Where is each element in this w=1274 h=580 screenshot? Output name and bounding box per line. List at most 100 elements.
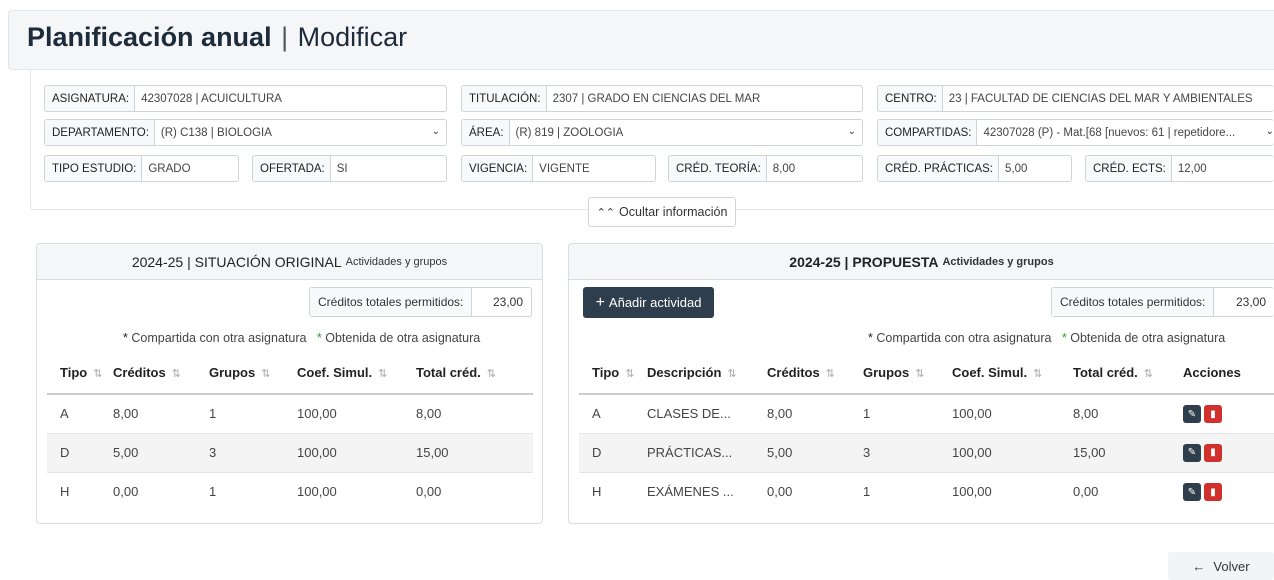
ofertada-field: OFERTADA: SÍ — [252, 155, 447, 182]
cell: 1 — [863, 484, 871, 500]
col-creditos[interactable]: Créditos ⇅ — [113, 352, 209, 395]
departamento-select[interactable]: DEPARTAMENTO: (R) C138 | BIOLOGIA ⌄ — [44, 119, 447, 146]
legend-shared: Compartida con otra asignatura — [131, 331, 307, 345]
tipo-estudio-value: GRADO — [148, 162, 191, 175]
cell: 8,00 — [767, 394, 863, 434]
area-select[interactable]: ÁREA: (R) 819 | ZOOLOGIA ⌄ — [461, 119, 863, 146]
compartidas-label: COMPARTIDAS: — [878, 120, 978, 145]
trash-icon[interactable]: ▮ — [1204, 405, 1222, 423]
cell: 0,00 — [113, 484, 139, 500]
page-title: Planificación anual | Modificar — [27, 22, 407, 53]
cred-teoria-label: CRÉD. TEORÍA: — [669, 156, 767, 181]
cell: 0,00 — [767, 484, 793, 500]
table-row: H 0,00 1 100,00 0,00 — [47, 472, 533, 511]
col-acciones: Acciones — [1183, 352, 1274, 395]
cell: 8,00 — [113, 394, 209, 434]
vigencia-value: VIGENTE — [539, 162, 590, 175]
col-total[interactable]: Total créd. ⇅ — [416, 352, 533, 395]
propuesta-heading: 2024-25 | PROPUESTA — [789, 253, 939, 270]
cell: CLASES DE... — [647, 394, 767, 434]
titulacion-value: 2307 | GRADO EN CIENCIAS DEL MAR — [552, 92, 761, 105]
titulacion-label: TITULACIÓN: — [462, 86, 547, 111]
compartidas-value: 42307028 (P) - Mat.[68 [nuevos: 61 | rep… — [983, 126, 1236, 139]
cell: 8,00 — [1073, 394, 1183, 434]
chevron-down-icon: ⌄ — [1265, 126, 1274, 137]
sort-icon: ⇅ — [171, 368, 181, 380]
star-icon: * — [316, 331, 322, 345]
actions-cell: ✎ ▮ — [1183, 433, 1274, 473]
table-row: A CLASES DE... 8,00 1 100,00 8,00 ✎ ▮ — [579, 394, 1274, 434]
add-activity-label: Añadir actividad — [608, 295, 702, 310]
star-icon: * — [868, 331, 873, 345]
original-card-header: 2024-25 | SITUACIÓN ORIGINAL Actividades… — [37, 244, 542, 280]
edit-icon[interactable]: ✎ — [1183, 443, 1201, 462]
cell: D — [47, 433, 113, 473]
col-total[interactable]: Total créd. ⇅ — [1073, 352, 1183, 395]
sort-icon: ⇅ — [825, 368, 835, 380]
cell: 1 — [863, 394, 952, 434]
col-tipo[interactable]: Tipo ⇅ — [47, 352, 113, 395]
sort-icon: ⇅ — [378, 368, 388, 380]
sort-icon: ⇅ — [625, 368, 635, 380]
cell: 1 — [209, 484, 217, 500]
cell: 15,00 — [416, 433, 533, 473]
ofertada-value: SÍ — [336, 162, 348, 175]
propuesta-table: Tipo ⇅ Descripción ⇅ Créditos ⇅ Grupos ⇅ Coe… — [579, 352, 1274, 511]
area-value: (R) 819 | ZOOLOGIA — [515, 126, 624, 139]
compartidas-select[interactable]: COMPARTIDAS: 42307028 (P) - Mat.[68 [nue… — [877, 119, 1274, 146]
propuesta-credits-value: 23,00 — [1235, 295, 1266, 309]
cell: 100,00 — [297, 433, 416, 473]
cell: EXÁMENES ... — [647, 484, 734, 500]
col-grupos[interactable]: Grupos ⇅ — [863, 352, 952, 395]
departamento-label: DEPARTAMENTO: — [45, 120, 155, 145]
edit-icon[interactable]: ✎ — [1183, 405, 1201, 423]
table-row: H EXÁMENES ... 0,00 1 100,00 0,00 ✎ ▮ — [579, 472, 1274, 511]
original-credits-label: Créditos totales permitidos: — [310, 288, 473, 316]
cell: 3 — [863, 433, 952, 473]
col-tipo[interactable]: Tipo ⇅ — [579, 352, 647, 395]
trash-icon[interactable]: ▮ — [1204, 483, 1222, 501]
trash-icon[interactable]: ▮ — [1204, 443, 1222, 462]
add-activity-button[interactable]: + Añadir actividad — [583, 287, 714, 318]
centro-field: CENTRO: 23 | FACULTAD DE CIENCIAS DEL MA… — [877, 85, 1274, 112]
edit-icon[interactable]: ✎ — [1183, 483, 1201, 501]
col-coef[interactable]: Coef. Simul. ⇅ — [297, 352, 416, 395]
plus-icon: + — [595, 293, 605, 311]
arrow-left-icon: ← — [1192, 558, 1206, 574]
toggle-info-button[interactable]: ⌃⌃ Ocultar información — [588, 197, 736, 227]
area-label: ÁREA: — [462, 120, 510, 145]
cell: 15,00 — [1073, 433, 1183, 473]
col-descripcion[interactable]: Descripción ⇅ — [647, 352, 767, 395]
col-creditos[interactable]: Créditos ⇅ — [767, 352, 863, 395]
cell: 1 — [209, 394, 297, 434]
sort-icon: ⇅ — [1033, 368, 1043, 380]
vigencia-label: VIGENCIA: — [462, 156, 534, 181]
cred-practicas-label: CRÉD. PRÁCTICAS: — [878, 156, 999, 181]
original-credits-box: Créditos totales permitidos: 23,00 — [309, 287, 532, 317]
original-heading: 2024-25 | SITUACIÓN ORIGINAL — [131, 253, 342, 270]
cell: A — [579, 394, 647, 434]
page-title-sub: Modificar — [297, 22, 408, 52]
cred-ects-field: CRÉD. ECTS: 12,00 — [1085, 155, 1274, 182]
legend-obtained: Obtenida de otra asignatura — [325, 331, 481, 345]
col-grupos[interactable]: Grupos ⇅ — [209, 352, 297, 395]
cell: 8,00 — [416, 394, 533, 434]
centro-value: 23 | FACULTAD DE CIENCIAS DEL MAR Y AMBI… — [948, 92, 1253, 105]
cell: 3 — [209, 433, 297, 473]
centro-label: CENTRO: — [878, 86, 943, 111]
propuesta-credits-box: Créditos totales permitidos: 23,00 — [1051, 287, 1274, 317]
chevron-down-icon: ⌄ — [847, 126, 856, 137]
cell: H — [592, 484, 602, 500]
cred-ects-value: 12,00 — [1177, 162, 1207, 175]
star-icon: * — [1061, 331, 1067, 345]
cell: 100,00 — [297, 394, 416, 434]
titulacion-field: TITULACIÓN: 2307 | GRADO EN CIENCIAS DEL… — [461, 85, 863, 112]
cell: 5,00 — [113, 433, 209, 473]
cell: 100,00 — [952, 433, 1073, 473]
sort-icon: ⇅ — [486, 368, 496, 380]
cell: 5,00 — [767, 433, 863, 473]
cell: H — [60, 484, 70, 500]
col-coef[interactable]: Coef. Simul. ⇅ — [952, 352, 1073, 395]
sort-icon: ⇅ — [1143, 368, 1153, 380]
asignatura-label: ASIGNATURA: — [45, 86, 136, 111]
